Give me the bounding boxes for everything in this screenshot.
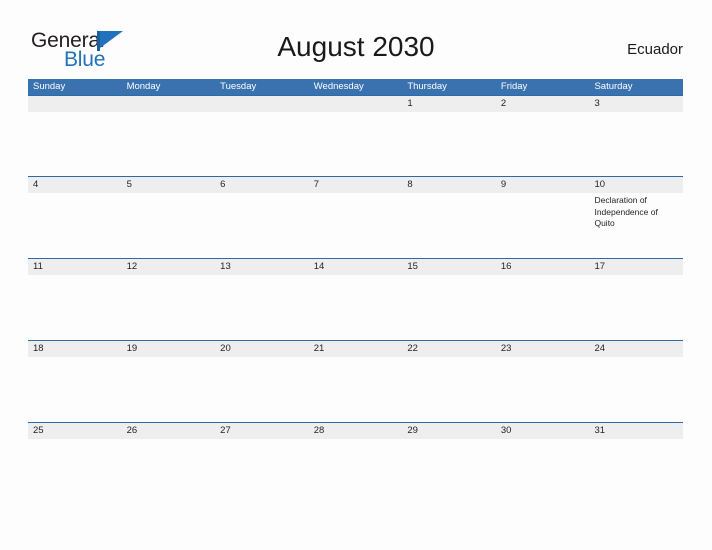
- date-number[interactable]: 5: [122, 177, 216, 193]
- date-number[interactable]: 24: [589, 341, 683, 357]
- day-cell[interactable]: [28, 193, 122, 258]
- date-number[interactable]: 29: [402, 423, 496, 439]
- date-number[interactable]: 10: [589, 177, 683, 193]
- week-day-cells: [28, 275, 683, 340]
- day-cell[interactable]: [215, 275, 309, 340]
- date-number[interactable]: 21: [309, 341, 403, 357]
- date-number[interactable]: 25: [28, 423, 122, 439]
- day-cell[interactable]: [28, 275, 122, 340]
- day-cell[interactable]: [122, 439, 216, 504]
- calendar-page: General Blue August 2030 Ecuador Sunday …: [0, 0, 712, 550]
- weekday-header-row: Sunday Monday Tuesday Wednesday Thursday…: [28, 79, 683, 95]
- date-number[interactable]: 2: [496, 96, 590, 112]
- date-number[interactable]: 8: [402, 177, 496, 193]
- day-cell[interactable]: [122, 112, 216, 176]
- day-cell[interactable]: [215, 112, 309, 176]
- day-cell[interactable]: [28, 357, 122, 422]
- day-cell[interactable]: [309, 193, 403, 258]
- week-row: 1 2 3: [28, 95, 683, 176]
- date-number[interactable]: [122, 96, 216, 112]
- day-cell[interactable]: [496, 112, 590, 176]
- day-cell[interactable]: [122, 357, 216, 422]
- day-cell[interactable]: [402, 357, 496, 422]
- week-row: 4 5 6 7 8 9 10 Declaration of Independen…: [28, 176, 683, 258]
- weekday-monday: Monday: [126, 81, 161, 92]
- day-cell[interactable]: [215, 357, 309, 422]
- day-cell[interactable]: [309, 275, 403, 340]
- day-cell[interactable]: [496, 357, 590, 422]
- date-number[interactable]: 13: [215, 259, 309, 275]
- date-number[interactable]: 31: [589, 423, 683, 439]
- date-number[interactable]: 16: [496, 259, 590, 275]
- week-date-numbers: 18 19 20 21 22 23 24: [28, 340, 683, 357]
- date-number[interactable]: 7: [309, 177, 403, 193]
- week-date-numbers: 11 12 13 14 15 16 17: [28, 258, 683, 275]
- day-cell[interactable]: [402, 275, 496, 340]
- week-row: 11 12 13 14 15 16 17: [28, 258, 683, 340]
- day-cell[interactable]: [496, 439, 590, 504]
- date-number[interactable]: 12: [122, 259, 216, 275]
- date-number[interactable]: 22: [402, 341, 496, 357]
- day-cell[interactable]: [309, 357, 403, 422]
- date-number[interactable]: [215, 96, 309, 112]
- date-number[interactable]: [309, 96, 403, 112]
- week-row: 18 19 20 21 22 23 24: [28, 340, 683, 422]
- day-cell[interactable]: [496, 275, 590, 340]
- date-number[interactable]: 30: [496, 423, 590, 439]
- date-number[interactable]: 17: [589, 259, 683, 275]
- week-date-numbers: 1 2 3: [28, 95, 683, 112]
- weekday-wednesday: Wednesday: [313, 81, 364, 92]
- date-number[interactable]: 27: [215, 423, 309, 439]
- day-cell[interactable]: [589, 439, 683, 504]
- weekday-sunday: Sunday: [33, 81, 66, 92]
- week-date-numbers: 4 5 6 7 8 9 10: [28, 176, 683, 193]
- date-number[interactable]: 19: [122, 341, 216, 357]
- page-title: August 2030: [277, 31, 435, 62]
- day-cell[interactable]: [402, 439, 496, 504]
- day-cell[interactable]: [496, 193, 590, 258]
- week-row: 25 26 27 28 29 30 31: [28, 422, 683, 504]
- week-day-cells: [28, 357, 683, 422]
- day-cell[interactable]: [122, 193, 216, 258]
- week-day-cells: Declaration of Independence of Quito: [28, 193, 683, 258]
- week-day-cells: [28, 112, 683, 176]
- date-number[interactable]: 4: [28, 177, 122, 193]
- date-number[interactable]: 14: [309, 259, 403, 275]
- day-cell[interactable]: [402, 112, 496, 176]
- calendar-grid: Sunday Monday Tuesday Wednesday Thursday…: [28, 79, 683, 504]
- date-number[interactable]: 6: [215, 177, 309, 193]
- date-number[interactable]: 1: [402, 96, 496, 112]
- day-cell[interactable]: [309, 112, 403, 176]
- weekday-tuesday: Tuesday: [220, 81, 257, 92]
- day-cell[interactable]: [402, 193, 496, 258]
- weekday-saturday: Saturday: [594, 81, 633, 92]
- day-cell[interactable]: [122, 275, 216, 340]
- day-cell[interactable]: [215, 439, 309, 504]
- day-cell[interactable]: [215, 193, 309, 258]
- day-cell[interactable]: [589, 112, 683, 176]
- date-number[interactable]: 3: [589, 96, 683, 112]
- date-number[interactable]: 11: [28, 259, 122, 275]
- date-number[interactable]: 18: [28, 341, 122, 357]
- day-cell[interactable]: [589, 275, 683, 340]
- region-label: Ecuador: [627, 41, 683, 58]
- week-day-cells: [28, 439, 683, 504]
- date-number[interactable]: 26: [122, 423, 216, 439]
- day-cell-holiday[interactable]: Declaration of Independence of Quito: [589, 193, 683, 258]
- date-number[interactable]: 20: [215, 341, 309, 357]
- page-header: General Blue August 2030 Ecuador: [0, 0, 712, 78]
- day-cell[interactable]: [309, 439, 403, 504]
- weekday-friday: Friday: [500, 81, 528, 92]
- date-number[interactable]: [28, 96, 122, 112]
- weekday-thursday: Thursday: [407, 81, 447, 92]
- day-cell[interactable]: [589, 357, 683, 422]
- day-cell[interactable]: [28, 112, 122, 176]
- week-date-numbers: 25 26 27 28 29 30 31: [28, 422, 683, 439]
- date-number[interactable]: 23: [496, 341, 590, 357]
- day-cell[interactable]: [28, 439, 122, 504]
- date-number[interactable]: 15: [402, 259, 496, 275]
- date-number[interactable]: 28: [309, 423, 403, 439]
- date-number[interactable]: 9: [496, 177, 590, 193]
